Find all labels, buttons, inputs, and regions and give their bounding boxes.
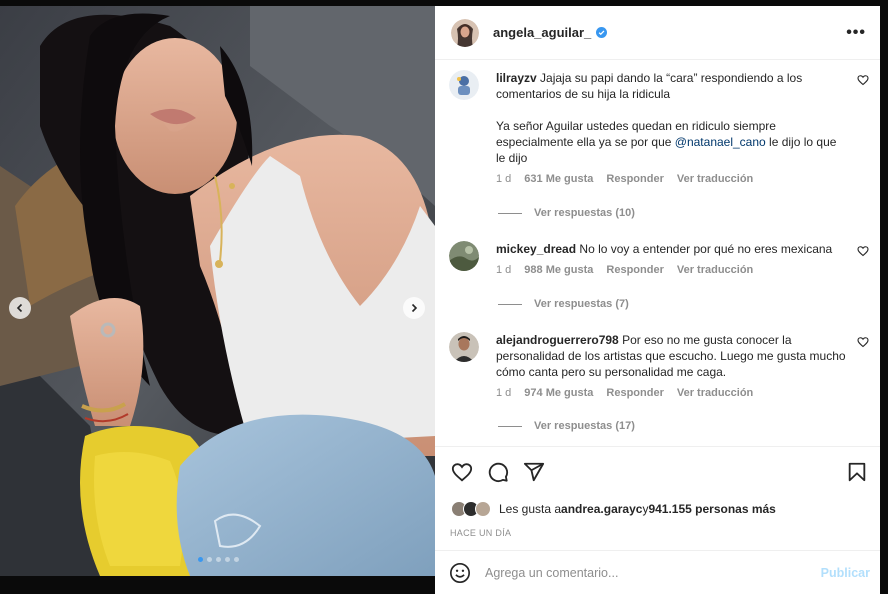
comment-meta: 1 d 631 Me gusta Responder Ver traducció… — [496, 173, 869, 185]
comment-body: mickey_dread No lo voy a entender por qu… — [496, 241, 848, 257]
post-photo-area — [0, 6, 435, 576]
comment-body: lilrayzv Jajaja su papi dando la “cara” … — [496, 70, 848, 166]
comment-meta: 1 d 988 Me gusta Responder Ver traducció… — [496, 264, 869, 276]
reply-button[interactable]: Responder — [606, 173, 663, 185]
likes-summary: Les gusta a andrea.garayc y 941.155 pers… — [451, 501, 776, 517]
translate-button[interactable]: Ver traducción — [677, 387, 753, 399]
comments-list: lilrayzv Jajaja su papi dando la “cara” … — [435, 61, 880, 446]
carousel-dot — [225, 557, 230, 562]
translate-button[interactable]: Ver traducción — [677, 264, 753, 276]
comment-text: Jajaja su papi dando la “cara” respondie… — [496, 71, 803, 101]
comment-time[interactable]: 1 d — [496, 173, 511, 185]
avatar[interactable] — [449, 241, 479, 271]
comment-item: mickey_dread No lo voy a entender por qu… — [449, 241, 869, 276]
more-icon[interactable]: ••• — [846, 24, 866, 42]
reply-button[interactable]: Responder — [606, 264, 663, 276]
post-side-panel: angela_aguilar_ ••• lilrayzv Jajaja su p… — [435, 6, 880, 594]
chevron-left-icon — [16, 303, 23, 313]
carousel-dot — [207, 557, 212, 562]
view-replies-button[interactable]: Ver respuestas (7) — [498, 298, 629, 310]
mention-link[interactable]: @natanael_cano — [675, 135, 766, 149]
carousel-dot — [234, 557, 239, 562]
view-replies-label: Ver respuestas (7) — [534, 298, 629, 310]
comment-body: alejandroguerrero798 Por eso no me gusta… — [496, 332, 848, 380]
avatar[interactable] — [449, 332, 479, 362]
view-replies-button[interactable]: Ver respuestas (17) — [498, 420, 635, 432]
comment-item: lilrayzv Jajaja su papi dando la “cara” … — [449, 70, 869, 185]
likes-avatars — [451, 501, 491, 517]
comment-username[interactable]: alejandroguerrero798 — [496, 333, 619, 347]
heart-icon[interactable] — [857, 245, 869, 257]
post-username[interactable]: angela_aguilar_ — [493, 25, 591, 40]
comment-username[interactable]: lilrayzv — [496, 71, 537, 85]
comment-likes[interactable]: 631 Me gusta — [524, 173, 593, 185]
chevron-right-icon — [411, 303, 418, 313]
view-replies-label: Ver respuestas (10) — [534, 207, 635, 219]
heart-icon[interactable] — [857, 336, 869, 348]
post-actions: Les gusta a andrea.garayc y 941.155 pers… — [435, 446, 880, 550]
verified-icon — [596, 27, 608, 38]
translate-button[interactable]: Ver traducción — [677, 173, 753, 185]
page-scrollbar[interactable] — [880, 6, 888, 594]
carousel-indicator — [198, 557, 239, 562]
add-comment-bar: Publicar — [435, 550, 880, 594]
view-replies-button[interactable]: Ver respuestas (10) — [498, 207, 635, 219]
post-timestamp[interactable]: HACE UN DÍA — [450, 528, 511, 538]
comment-text: No lo voy a entender por qué no eres mex… — [579, 242, 833, 256]
post-photo — [0, 6, 435, 576]
emoji-icon[interactable] — [449, 562, 471, 584]
avatar — [475, 501, 491, 517]
carousel-next-button[interactable] — [403, 297, 425, 319]
bookmark-icon[interactable] — [846, 461, 868, 483]
avatar[interactable] — [451, 18, 479, 47]
action-icons — [451, 461, 868, 485]
replies-divider — [498, 425, 522, 427]
post-header: angela_aguilar_ ••• — [435, 6, 880, 60]
comment-item: alejandroguerrero798 Por eso no me gusta… — [449, 332, 869, 399]
comment-icon[interactable] — [487, 461, 509, 483]
likes-prefix: Les gusta a — [499, 502, 562, 516]
view-replies-label: Ver respuestas (17) — [534, 420, 635, 432]
avatar[interactable] — [449, 70, 479, 100]
comment-time[interactable]: 1 d — [496, 387, 511, 399]
heart-icon[interactable] — [857, 74, 869, 86]
share-icon[interactable] — [523, 461, 545, 483]
publish-button[interactable]: Publicar — [821, 566, 870, 580]
comment-time[interactable]: 1 d — [496, 264, 511, 276]
carousel-dot — [198, 557, 203, 562]
comment-likes[interactable]: 974 Me gusta — [524, 387, 593, 399]
replies-divider — [498, 303, 522, 305]
reply-button[interactable]: Responder — [606, 387, 663, 399]
likes-user-link[interactable]: andrea.garayc — [561, 502, 642, 516]
comment-username[interactable]: mickey_dread — [496, 242, 576, 256]
comment-likes[interactable]: 988 Me gusta — [524, 264, 593, 276]
likes-count-link[interactable]: 941.155 personas más — [648, 502, 775, 516]
comment-text-paragraph: Ya señor Aguilar ustedes quedan en ridic… — [496, 118, 848, 166]
carousel-dot — [216, 557, 221, 562]
comment-input[interactable] — [485, 565, 821, 580]
heart-icon[interactable] — [451, 461, 473, 483]
comment-meta: 1 d 974 Me gusta Responder Ver traducció… — [496, 387, 869, 399]
replies-divider — [498, 212, 522, 214]
carousel-prev-button[interactable] — [9, 297, 31, 319]
